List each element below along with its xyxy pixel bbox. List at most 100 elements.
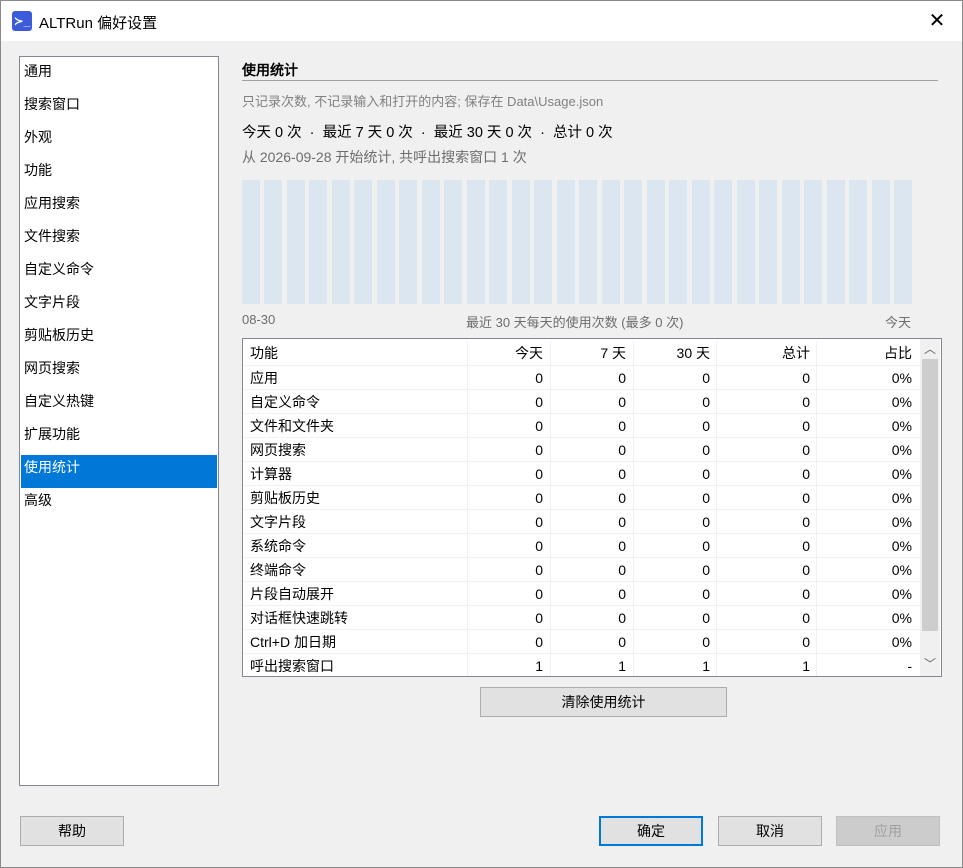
table-cell-d7: 0 (550, 438, 633, 462)
table-cell-today: 0 (467, 390, 550, 414)
column-header-total[interactable]: 总计 (716, 341, 816, 365)
daily-bar (714, 180, 732, 304)
scroll-down-icon[interactable]: ﹀ (920, 654, 940, 674)
table-header-row: 功能 今天 7 天 30 天 总计 占比 (243, 341, 920, 365)
table-cell-d30: 0 (633, 462, 716, 486)
sidebar-item-text-snippets[interactable]: 文字片段 (21, 290, 217, 323)
daily-bar (354, 180, 372, 304)
table-cell-d30: 0 (633, 414, 716, 438)
sidebar-item-clipboard-history[interactable]: 剪贴板历史 (21, 323, 217, 356)
daily-bar (287, 180, 305, 304)
daily-bar (827, 180, 845, 304)
table-row[interactable]: 文件和文件夹 0 0 0 0 0% (243, 413, 920, 438)
table-row[interactable]: 应用 0 0 0 0 0% (243, 365, 920, 390)
terminal-app-icon: ≻_ (12, 11, 32, 31)
table-cell-feature: 对话框快速跳转 (250, 610, 348, 626)
sidebar-item-file-search[interactable]: 文件搜索 (21, 224, 217, 257)
table-row[interactable]: 剪贴板历史 0 0 0 0 0% (243, 485, 920, 510)
table-cell-d30: 0 (633, 486, 716, 510)
daily-bar (669, 180, 687, 304)
table-cell-share: 0% (816, 558, 920, 582)
table-cell-share: 0% (816, 390, 920, 414)
table-cell-feature: 应用 (250, 370, 278, 386)
table-cell-share: 0% (816, 582, 920, 606)
window-title: ALTRun 偏好设置 (39, 15, 158, 32)
sidebar-item-general[interactable]: 通用 (21, 59, 217, 92)
daily-bar (624, 180, 642, 304)
table-cell-today: 0 (467, 630, 550, 654)
table-cell-d30: 0 (633, 366, 716, 390)
table-cell-d7: 0 (550, 462, 633, 486)
daily-bar (849, 180, 867, 304)
table-cell-d7: 0 (550, 534, 633, 558)
daily-bar (692, 180, 710, 304)
daily-bar (309, 180, 327, 304)
table-cell-d30: 0 (633, 606, 716, 630)
scroll-thumb[interactable] (922, 359, 938, 631)
sidebar-item-usage-stats[interactable]: 使用统计 (21, 455, 217, 488)
table-cell-total: 0 (716, 390, 816, 414)
close-icon[interactable]: ✕ (919, 7, 955, 35)
daily-bar (377, 180, 395, 304)
table-cell-d7: 1 (550, 654, 633, 676)
sidebar-item-custom-commands[interactable]: 自定义命令 (21, 257, 217, 290)
table-row[interactable]: 文字片段 0 0 0 0 0% (243, 509, 920, 534)
table-cell-d30: 0 (633, 630, 716, 654)
column-header-today[interactable]: 今天 (467, 341, 550, 365)
table-cell-share: 0% (816, 486, 920, 510)
column-header-share[interactable]: 占比 (816, 341, 920, 365)
cancel-button[interactable]: 取消 (718, 816, 822, 846)
daily-bar (422, 180, 440, 304)
scroll-up-icon[interactable]: ︿ (920, 339, 940, 359)
table-row[interactable]: 对话框快速跳转 0 0 0 0 0% (243, 605, 920, 630)
sidebar-item-app-search[interactable]: 应用搜索 (21, 191, 217, 224)
table-cell-d7: 0 (550, 414, 633, 438)
table-row[interactable]: 片段自动展开 0 0 0 0 0% (243, 581, 920, 606)
column-header-feature[interactable]: 功能 (250, 341, 467, 365)
table-cell-total: 0 (716, 582, 816, 606)
table-cell-d7: 0 (550, 390, 633, 414)
table-cell-feature: 系统命令 (250, 538, 306, 554)
table-row[interactable]: Ctrl+D 加日期 0 0 0 0 0% (243, 629, 920, 654)
table-cell-d7: 0 (550, 630, 633, 654)
sidebar-item-extensions[interactable]: 扩展功能 (21, 422, 217, 455)
table-cell-feature: 文件和文件夹 (250, 418, 334, 434)
sidebar-item-advanced[interactable]: 高级 (21, 488, 217, 521)
daily-bar (512, 180, 530, 304)
table-cell-today: 0 (467, 510, 550, 534)
table-cell-today: 0 (467, 558, 550, 582)
clear-stats-button[interactable]: 清除使用统计 (480, 687, 727, 717)
table-cell-d7: 0 (550, 582, 633, 606)
column-header-7-days[interactable]: 7 天 (550, 341, 633, 365)
help-button[interactable]: 帮助 (20, 816, 124, 846)
daily-bar (242, 180, 260, 304)
sidebar-item-features[interactable]: 功能 (21, 158, 217, 191)
table-cell-today: 0 (467, 606, 550, 630)
sidebar-item-appearance[interactable]: 外观 (21, 125, 217, 158)
table-scrollbar[interactable]: ︿ ﹀ (920, 339, 940, 676)
table-row[interactable]: 自定义命令 0 0 0 0 0% (243, 389, 920, 414)
table-cell-total: 0 (716, 606, 816, 630)
table-cell-share: 0% (816, 438, 920, 462)
table-row[interactable]: 终端命令 0 0 0 0 0% (243, 557, 920, 582)
table-cell-total: 0 (716, 414, 816, 438)
title-bar: ≻_ ALTRun 偏好设置 ✕ (1, 1, 962, 41)
sidebar-item-search-window[interactable]: 搜索窗口 (21, 92, 217, 125)
table-cell-d7: 0 (550, 558, 633, 582)
table-cell-total: 0 (716, 462, 816, 486)
table-cell-d30: 0 (633, 390, 716, 414)
chart-axis-end: 今天 (885, 315, 912, 330)
table-cell-today: 0 (467, 534, 550, 558)
table-row[interactable]: 网页搜索 0 0 0 0 0% (243, 437, 920, 462)
section-title: 使用统计 (242, 62, 298, 78)
ok-button[interactable]: 确定 (599, 816, 703, 846)
table-cell-d30: 0 (633, 510, 716, 534)
sidebar-item-custom-hotkeys[interactable]: 自定义热键 (21, 389, 217, 422)
sidebar-item-web-search[interactable]: 网页搜索 (21, 356, 217, 389)
table-row[interactable]: 系统命令 0 0 0 0 0% (243, 533, 920, 558)
settings-sidebar: 通用 搜索窗口 外观 功能 应用搜索 文件搜索 自定义命令 文字片段 剪贴板历史… (19, 56, 219, 786)
column-header-30-days[interactable]: 30 天 (633, 341, 716, 365)
table-row[interactable]: 呼出搜索窗口 1 1 1 1- (243, 653, 920, 676)
table-row[interactable]: 计算器 0 0 0 0 0% (243, 461, 920, 486)
table-cell-total: 0 (716, 630, 816, 654)
